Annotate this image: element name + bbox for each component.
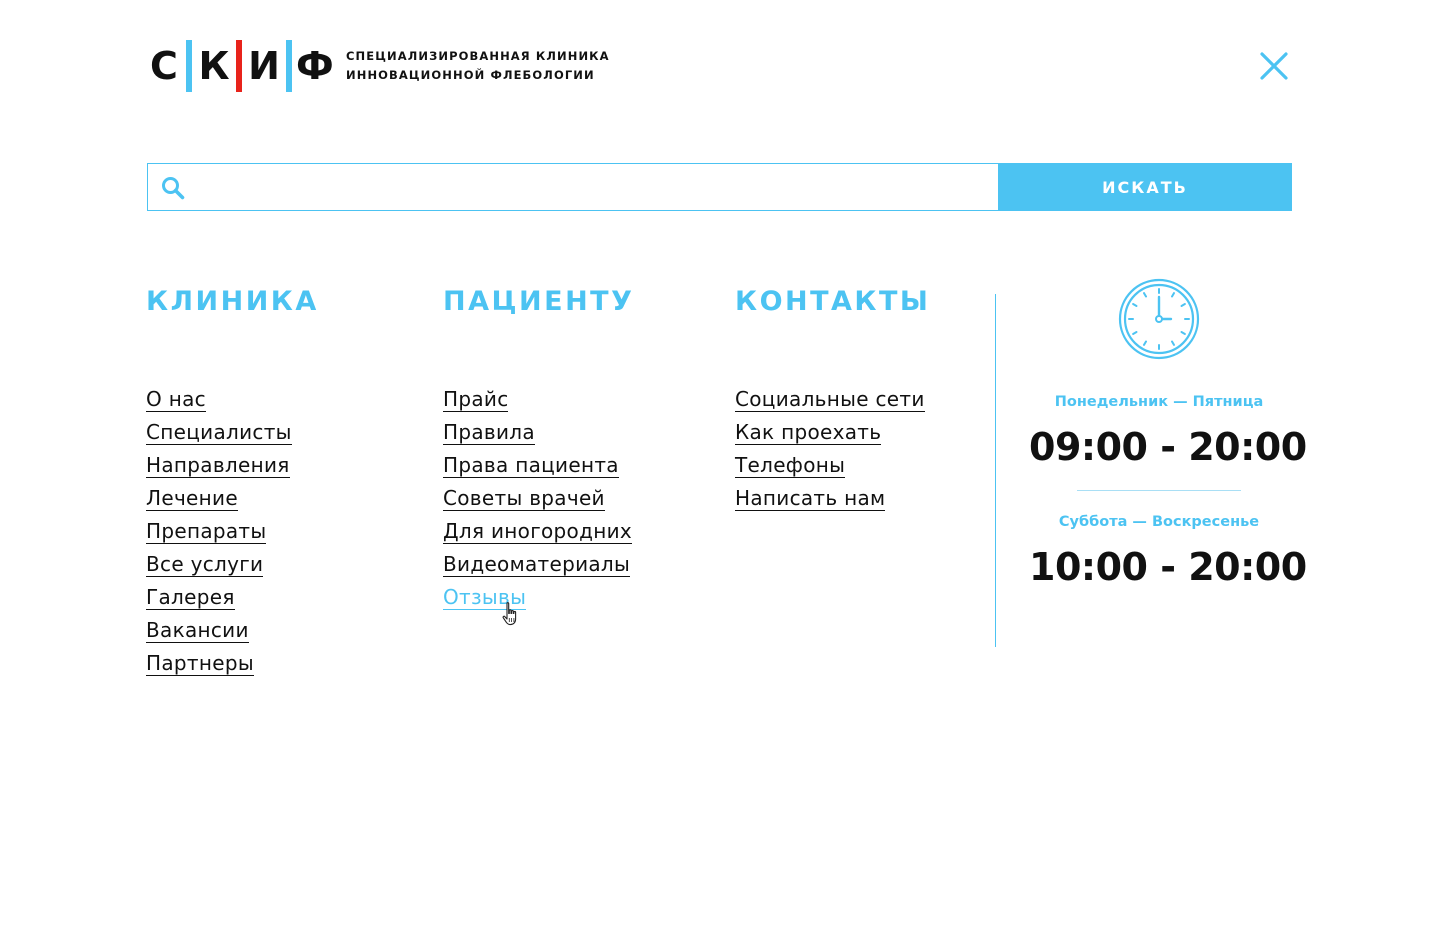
- logo-tagline: СПЕЦИАЛИЗИРОВАННАЯ КЛИНИКА ИННОВАЦИОННОЙ…: [346, 47, 610, 85]
- list-item: Правила: [443, 420, 634, 454]
- search-input[interactable]: [196, 164, 991, 209]
- menu-link[interactable]: Написать нам: [735, 486, 886, 511]
- menu-list: Прайс Правила Права пациента Советы врач…: [443, 387, 634, 619]
- logo-letter: К: [198, 44, 230, 88]
- search-button[interactable]: ИСКАТЬ: [998, 163, 1292, 211]
- menu-link[interactable]: Специалисты: [146, 420, 292, 445]
- list-item: Лечение: [146, 486, 319, 520]
- hours-divider: [1077, 490, 1241, 491]
- menu-link[interactable]: Советы врачей: [443, 486, 605, 511]
- logo[interactable]: С К И Ф СПЕЦИАЛИЗИРОВАННАЯ КЛИНИКА ИННОВ…: [146, 38, 610, 94]
- menu-link[interactable]: Права пациента: [443, 453, 619, 478]
- menu-link[interactable]: Для иногородних: [443, 519, 633, 544]
- menu-link[interactable]: Галерея: [146, 585, 235, 610]
- logo-mark: С К И Ф: [146, 38, 334, 94]
- menu-link[interactable]: Телефоны: [735, 453, 846, 478]
- menu-column-clinic: КЛИНИКА О нас Специалисты Направления Ле…: [146, 282, 319, 685]
- menu-link[interactable]: Прайс: [443, 387, 509, 412]
- list-item: Советы врачей: [443, 486, 634, 520]
- list-item: Партнеры: [146, 651, 319, 685]
- menu-link[interactable]: Партнеры: [146, 651, 254, 676]
- menu-link[interactable]: Вакансии: [146, 618, 249, 643]
- menu-list: О нас Специалисты Направления Лечение Пр…: [146, 387, 319, 685]
- menu-link[interactable]: Лечение: [146, 486, 238, 511]
- menu-list: Социальные сети Как проехать Телефоны На…: [735, 387, 930, 520]
- menu-column-patient: ПАЦИЕНТУ Прайс Правила Права пациента Со…: [443, 282, 634, 619]
- hand-cursor-icon: [502, 602, 517, 626]
- menu-link[interactable]: Все услуги: [146, 552, 264, 577]
- weekend-label: Суббота — Воскресенье: [1058, 514, 1260, 530]
- menu-overlay: С К И Ф СПЕЦИАЛИЗИРОВАННАЯ КЛИНИКА ИННОВ…: [0, 0, 1440, 926]
- list-item: Социальные сети: [735, 387, 930, 421]
- menu-link[interactable]: Препараты: [146, 519, 267, 544]
- column-title: КЛИНИКА: [146, 286, 319, 317]
- menu-link[interactable]: Видеоматериалы: [443, 552, 631, 577]
- close-button[interactable]: [1256, 48, 1292, 84]
- list-item: Галерея: [146, 585, 319, 619]
- menu-link[interactable]: О нас: [146, 387, 206, 412]
- weekdays-label: Понедельник — Пятница: [1054, 394, 1264, 410]
- list-item: Вакансии: [146, 618, 319, 652]
- list-item: Отзывы: [443, 585, 634, 619]
- list-item: Права пациента: [443, 453, 634, 487]
- weekend-time: 10:00 - 20:00: [1029, 545, 1307, 589]
- close-icon: [1260, 52, 1288, 80]
- logo-divider: [286, 40, 292, 92]
- clock-icon: [1118, 278, 1200, 360]
- logo-letter: И: [248, 44, 280, 88]
- search-icon: [162, 177, 185, 200]
- column-divider: [995, 294, 996, 647]
- list-item: Препараты: [146, 519, 319, 553]
- menu-link[interactable]: Направления: [146, 453, 290, 478]
- menu-link[interactable]: Как проехать: [735, 420, 882, 445]
- logo-divider: [186, 40, 192, 92]
- list-item: Телефоны: [735, 453, 930, 487]
- column-title: ПАЦИЕНТУ: [443, 286, 635, 317]
- menu-link[interactable]: Социальные сети: [735, 387, 925, 412]
- working-hours: Понедельник — Пятница 09:00 - 20:00 Субб…: [1029, 278, 1307, 590]
- menu-column-contacts: КОНТАКТЫ Социальные сети Как проехать Те…: [735, 282, 930, 520]
- search-field[interactable]: [147, 163, 998, 211]
- logo-letter: Ф: [296, 44, 334, 88]
- column-title: КОНТАКТЫ: [735, 286, 931, 317]
- logo-divider: [236, 40, 242, 92]
- weekdays-time: 09:00 - 20:00: [1029, 425, 1307, 469]
- list-item: Прайс: [443, 387, 634, 421]
- list-item: Видеоматериалы: [443, 552, 634, 586]
- menu-link[interactable]: Правила: [443, 420, 535, 445]
- list-item: Написать нам: [735, 486, 930, 520]
- list-item: О нас: [146, 387, 319, 421]
- logo-letter: С: [150, 44, 178, 88]
- tagline-line: ИННОВАЦИОННОЙ ФЛЕБОЛОГИИ: [346, 68, 595, 82]
- list-item: Как проехать: [735, 420, 930, 454]
- search-bar: ИСКАТЬ: [147, 163, 1292, 211]
- list-item: Для иногородних: [443, 519, 634, 553]
- list-item: Направления: [146, 453, 319, 487]
- list-item: Все услуги: [146, 552, 319, 586]
- tagline-line: СПЕЦИАЛИЗИРОВАННАЯ КЛИНИКА: [346, 49, 610, 63]
- list-item: Специалисты: [146, 420, 319, 454]
